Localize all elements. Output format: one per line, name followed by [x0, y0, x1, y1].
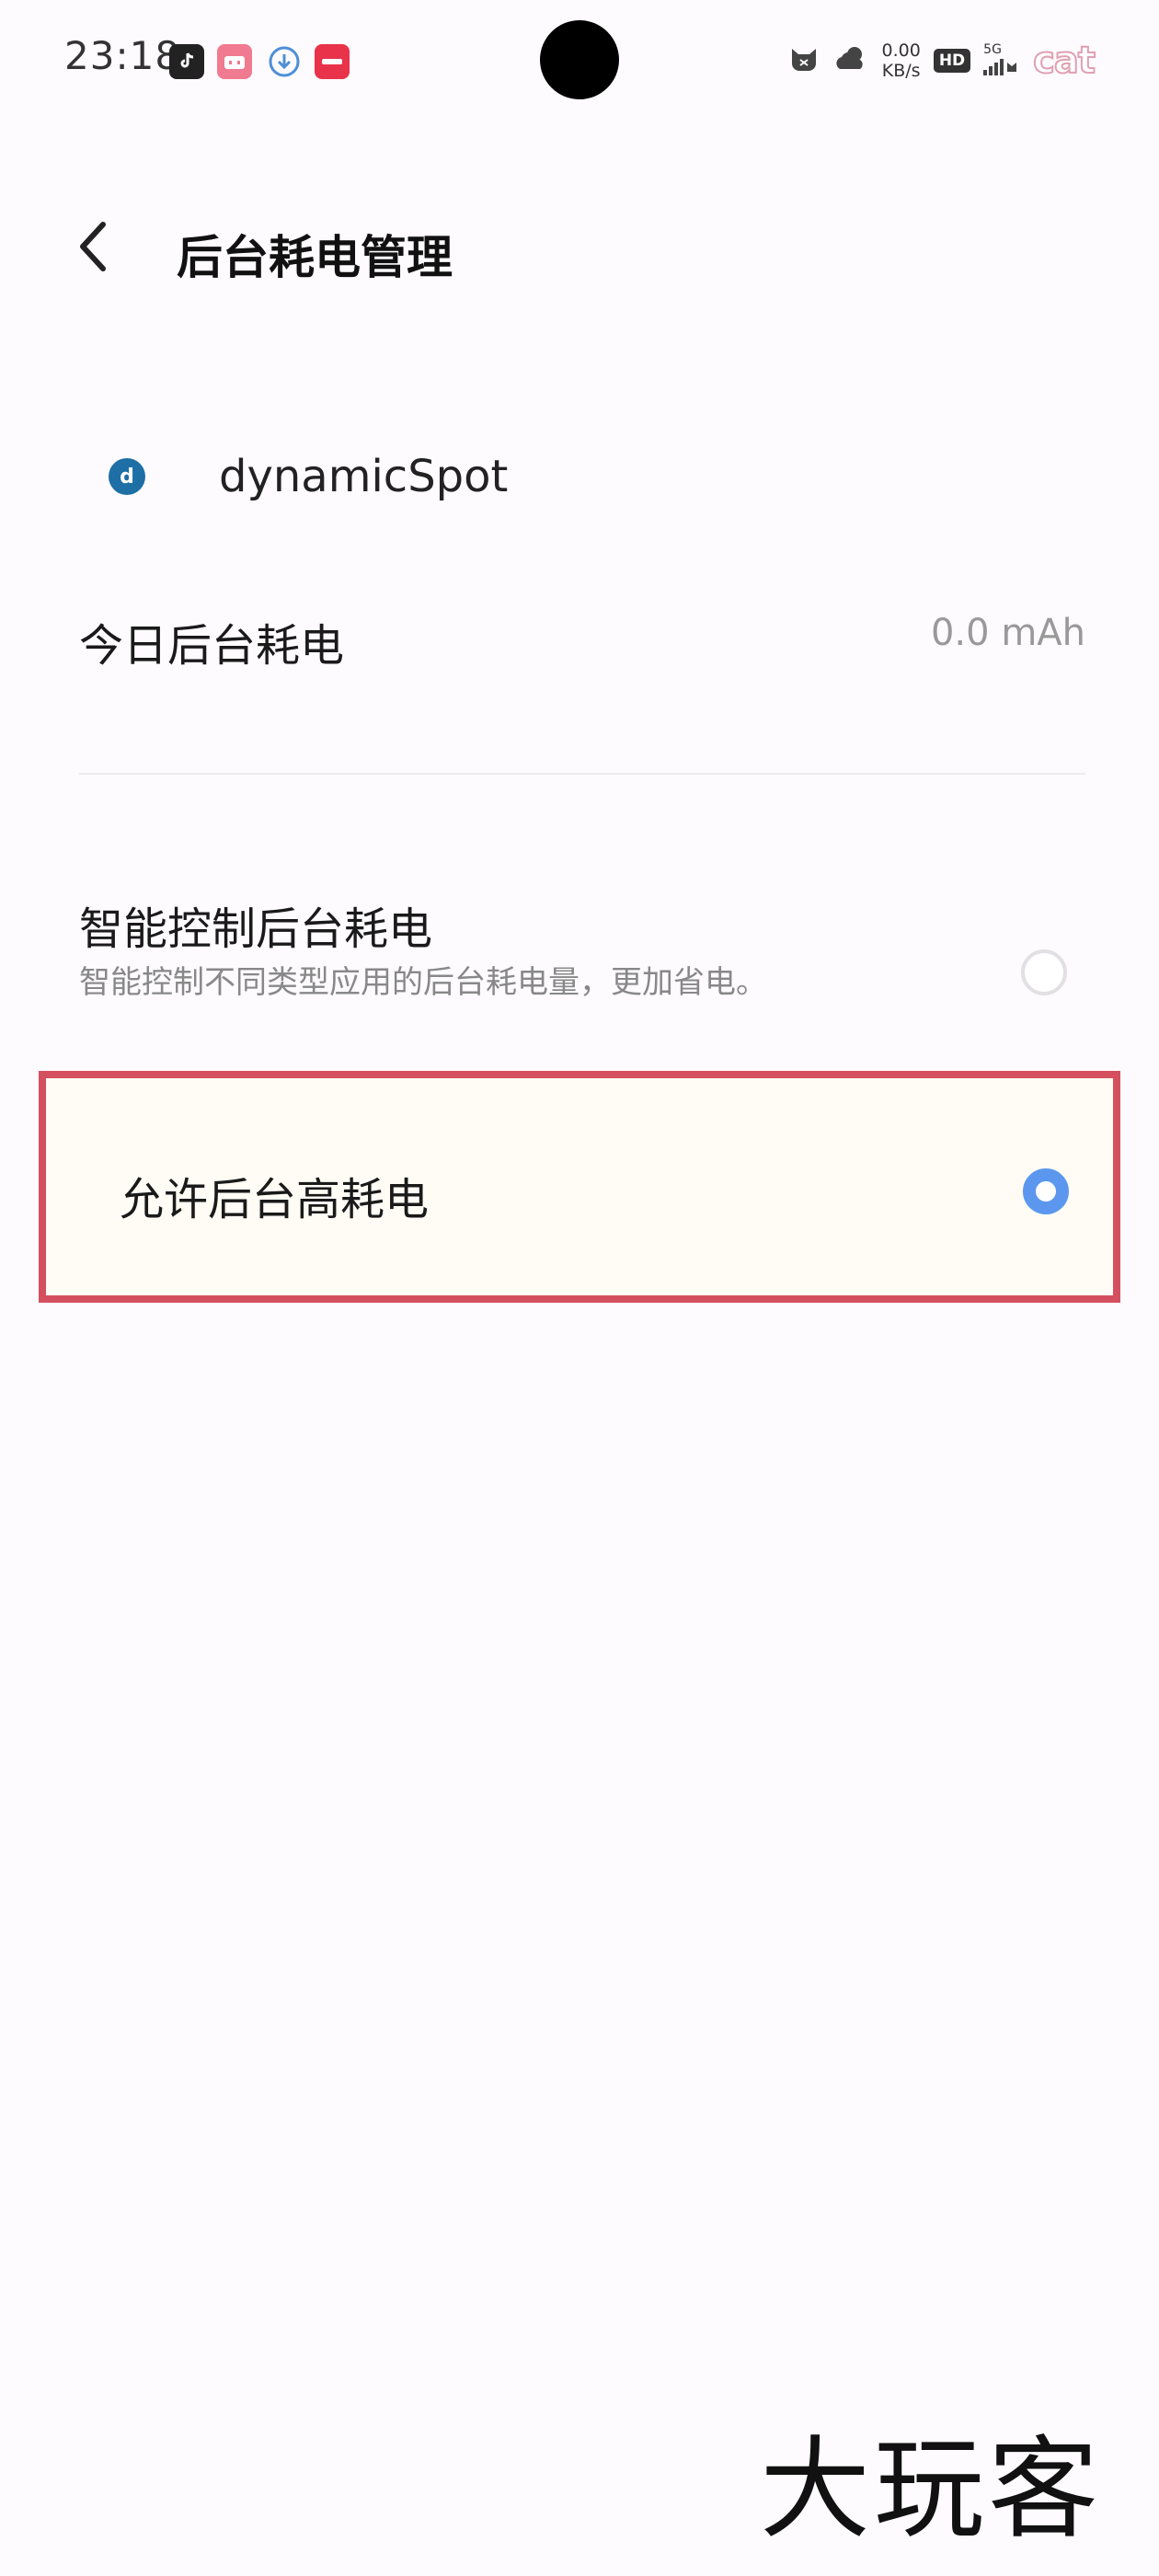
- xiaohongshu-icon: [315, 44, 350, 79]
- option-title: 允许后台高耗电: [120, 1174, 430, 1225]
- weather-cloud-icon: [832, 45, 869, 76]
- dynamicspot-app-icon: d: [109, 458, 145, 495]
- app-info: d dynamicSpot: [92, 451, 508, 502]
- signal-label: 5G: [983, 42, 1002, 57]
- option-allow-high-usage[interactable]: 允许后台高耗电: [39, 1071, 1120, 1303]
- hd-badge: HD: [933, 49, 971, 73]
- chevron-left-icon: [75, 221, 112, 276]
- back-button[interactable]: [66, 221, 121, 276]
- app-name: dynamicSpot: [219, 451, 509, 502]
- signal-indicator: 5G: [983, 42, 1020, 79]
- option-title: 智能控制后台耗电: [79, 903, 433, 955]
- douyin-icon: [169, 44, 204, 79]
- cat-face-icon: [788, 45, 820, 76]
- watermark: 大玩客: [760, 2426, 1102, 2554]
- status-bar: 23:18 0.00 KB/s HD 5G cat: [0, 0, 1159, 120]
- radio-allow-high-usage[interactable]: [1023, 1168, 1069, 1214]
- option-subtitle: 智能控制不同类型应用的后台耗电量，更加省电。: [79, 964, 767, 1001]
- net-speed-unit: KB/s: [881, 61, 921, 81]
- battery-indicator: cat: [1032, 39, 1096, 83]
- option-smart-control[interactable]: 智能控制后台耗电 智能控制不同类型应用的后台耗电量，更加省电。: [0, 865, 1159, 1030]
- signal-icon: [983, 57, 1020, 79]
- net-speed-value: 0.00: [881, 40, 921, 61]
- page-header: 后台耗电管理: [0, 193, 1159, 304]
- bilibili-icon: [217, 44, 252, 79]
- camera-cutout: [540, 20, 619, 99]
- radio-smart-control[interactable]: [1021, 949, 1067, 995]
- download-icon: [267, 44, 302, 79]
- net-speed: 0.00 KB/s: [882, 40, 921, 81]
- today-usage-label: 今日后台耗电: [79, 620, 345, 672]
- status-time: 23:18: [64, 33, 181, 78]
- divider: [79, 773, 1085, 775]
- page-title: 后台耗电管理: [177, 231, 453, 284]
- today-usage-value: 0.0 mAh: [930, 612, 1085, 654]
